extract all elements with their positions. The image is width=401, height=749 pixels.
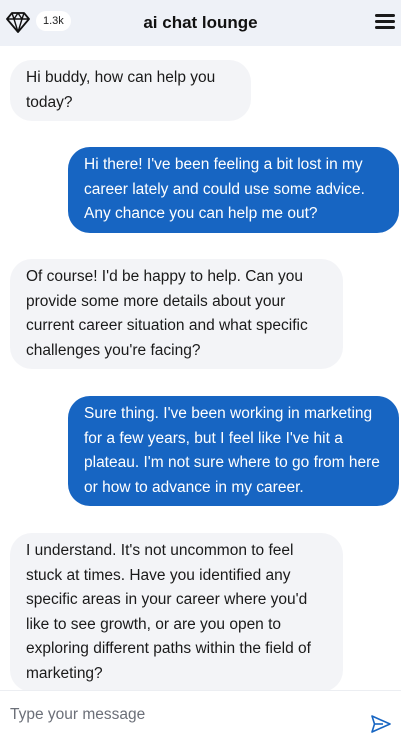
page-title: ai chat lounge	[143, 13, 258, 32]
user-message: Hi there! I've been feeling a bit lost i…	[68, 147, 399, 233]
chat-thread[interactable]: Hi buddy, how can help you today? Hi the…	[0, 46, 401, 690]
message-composer	[0, 690, 401, 749]
bot-message: Hi buddy, how can help you today?	[10, 60, 251, 121]
bot-message: Of course! I'd be happy to help. Can you…	[10, 259, 343, 369]
message-input[interactable]	[0, 697, 360, 733]
bot-message: I understand. It's not uncommon to feel …	[10, 533, 343, 690]
menu-icon[interactable]	[375, 14, 395, 32]
send-icon[interactable]	[371, 715, 391, 733]
app-header: 1.3k ai chat lounge	[0, 0, 401, 46]
user-message: Sure thing. I've been working in marketi…	[68, 396, 399, 506]
